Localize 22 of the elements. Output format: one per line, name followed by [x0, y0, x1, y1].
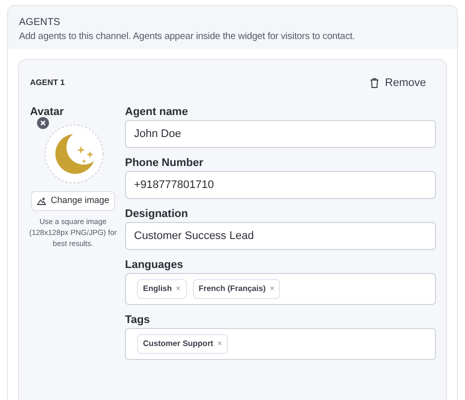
text-input[interactable]: Customer Success Lead [125, 222, 436, 250]
text-input[interactable]: John Doe [125, 120, 436, 148]
field-label: Agent name [125, 106, 189, 119]
section-title: AGENTS [19, 16, 62, 30]
image-icon [36, 197, 46, 205]
field-label: Phone Number [125, 157, 204, 170]
section-description: Add agents to this channel. Agents appear inside the widget for visitors to contact. [19, 30, 356, 44]
field-label: Tags [125, 314, 151, 327]
avatar-label: Avatar [30, 106, 64, 119]
field-label: Languages [125, 259, 184, 272]
change-image-button[interactable]: Change image [31, 191, 115, 211]
remove-avatar-icon[interactable] [37, 117, 49, 129]
trash-icon [370, 78, 380, 88]
moon-avatar-icon [43, 123, 105, 185]
tag-text: French (Français) [198, 283, 266, 295]
field-label: Designation [125, 208, 189, 221]
text-input[interactable]: +918777801710 [125, 171, 436, 199]
remove-button[interactable]: Remove [365, 72, 431, 94]
tag-text: Customer Support [143, 338, 214, 350]
agent-title: AGENT 1 [30, 77, 65, 89]
tag-text: English [143, 283, 172, 295]
tags-input[interactable]: Customer Support × [125, 328, 436, 360]
